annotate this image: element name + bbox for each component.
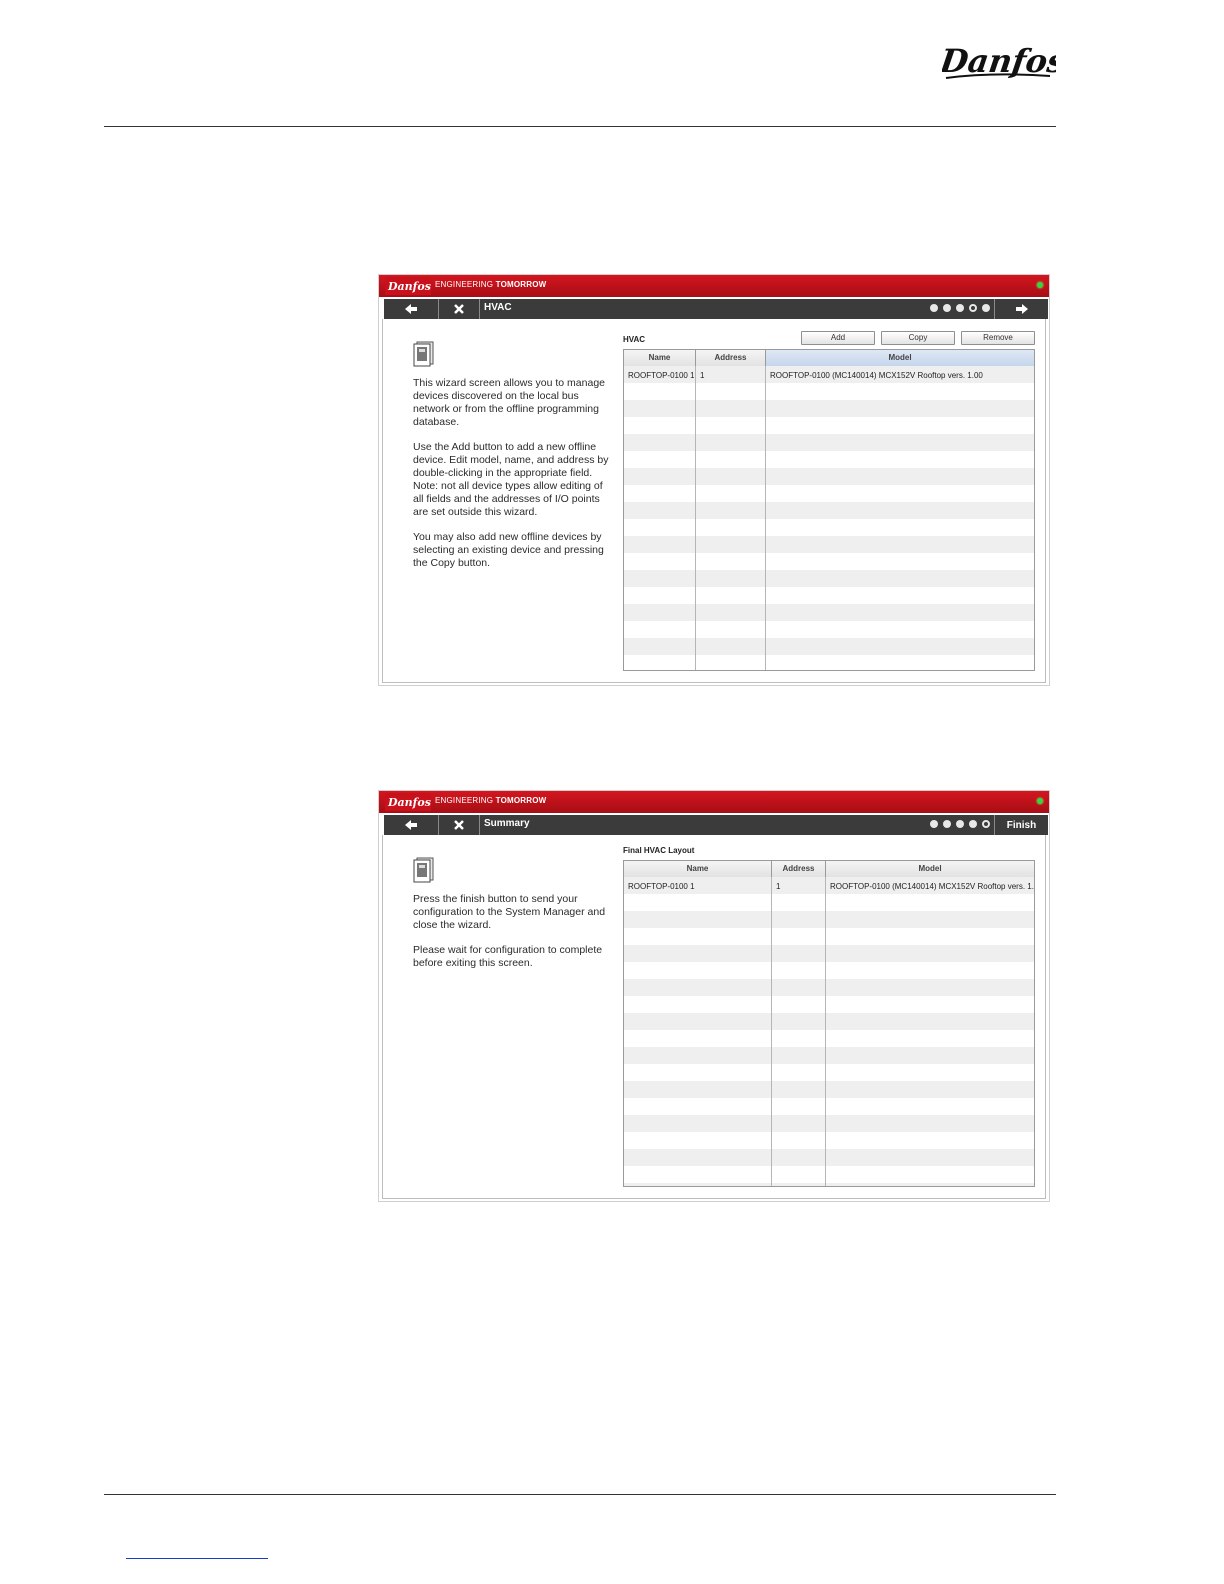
grid-stripe xyxy=(624,434,1034,451)
close-button[interactable] xyxy=(439,815,480,835)
danfoss-mini-logo: Danfoss xyxy=(385,277,431,295)
svg-text:Danfoss: Danfoss xyxy=(387,280,431,293)
grid-stripe xyxy=(624,945,1034,962)
help-text: Press the finish button to send your con… xyxy=(413,893,613,982)
step-dot xyxy=(930,304,938,312)
help-text: This wizard screen allows you to manage … xyxy=(413,377,613,582)
step-dot xyxy=(969,820,977,828)
step-dot xyxy=(982,304,990,312)
wizard-nav-bar: HVAC xyxy=(384,299,1048,319)
step-dot xyxy=(943,820,951,828)
grid-stripe xyxy=(624,536,1034,553)
close-x-icon xyxy=(454,820,464,830)
tagline: ENGINEERING TOMORROW xyxy=(435,280,547,289)
column-divider xyxy=(765,366,766,670)
footer-link-underline[interactable] xyxy=(126,1558,268,1559)
status-led-icon xyxy=(1037,282,1043,288)
arrow-right-icon xyxy=(1015,304,1028,314)
grid-stripe xyxy=(624,570,1034,587)
copy-button[interactable]: Copy xyxy=(881,331,955,345)
step-dot xyxy=(956,304,964,312)
help-paragraph: You may also add new offline devices by … xyxy=(413,531,604,569)
grid-stripe xyxy=(624,911,1034,928)
back-button[interactable] xyxy=(384,299,439,319)
grid-stripe xyxy=(624,604,1034,621)
app-header-bar: Danfoss ENGINEERING TOMORROW xyxy=(379,791,1049,813)
grid-stripe xyxy=(624,638,1034,655)
close-x-icon xyxy=(454,304,464,314)
footer-rule xyxy=(104,1494,1056,1495)
help-paragraph: Please wait for configuration to complet… xyxy=(413,944,603,969)
help-paragraph: Use the Add button to add a new offline … xyxy=(413,441,609,518)
wizard-nav-bar: Summary Finish xyxy=(384,815,1048,835)
help-paragraph: Press the finish button to send your con… xyxy=(413,893,606,931)
page-title: HVAC xyxy=(484,302,512,313)
device-manual-icon xyxy=(413,341,434,367)
grid-stripe xyxy=(624,1047,1034,1064)
grid-stripe xyxy=(624,1183,1034,1186)
wizard-content: This wizard screen allows you to manage … xyxy=(382,319,1046,683)
wizard-content: Press the finish button to send your con… xyxy=(382,835,1046,1199)
arrow-left-icon xyxy=(405,820,417,830)
column-divider xyxy=(825,877,826,1186)
step-indicator xyxy=(930,820,990,828)
cell-model[interactable]: ROOFTOP-0100 (MC140014) MCX152V Rooftop … xyxy=(830,878,1034,895)
grid-title: HVAC xyxy=(623,335,646,344)
status-led-icon xyxy=(1037,798,1043,804)
help-paragraph: This wizard screen allows you to manage … xyxy=(413,377,606,428)
next-button[interactable] xyxy=(994,299,1048,319)
wizard-window-hvac: Danfoss ENGINEERING TOMORROW HVAC xyxy=(378,274,1050,686)
grid-stripe xyxy=(624,979,1034,996)
step-dot-current xyxy=(969,304,977,312)
device-manual-icon xyxy=(413,857,434,883)
cell-address[interactable]: 1 xyxy=(776,878,824,895)
column-header-model[interactable]: Model xyxy=(766,350,1034,366)
cell-name[interactable]: ROOFTOP-0100 1 xyxy=(628,878,768,895)
grid-stripe xyxy=(624,468,1034,485)
step-dot xyxy=(930,820,938,828)
arrow-left-icon xyxy=(405,304,417,314)
grid-header: Name Address Model xyxy=(624,350,1034,367)
column-header-name[interactable]: Name xyxy=(624,861,772,877)
grid-header: Name Address Model xyxy=(624,861,1034,878)
devices-grid: Name Address Model ROOFTOP-0100 1 1 ROOF… xyxy=(623,349,1035,671)
grid-stripe xyxy=(624,1081,1034,1098)
column-header-name[interactable]: Name xyxy=(624,350,696,366)
column-header-address[interactable]: Address xyxy=(696,350,766,366)
step-dot-current xyxy=(982,820,990,828)
danfoss-mini-logo: Danfoss xyxy=(385,793,431,811)
grid-stripe xyxy=(624,400,1034,417)
svg-text:Danfoss: Danfoss xyxy=(387,796,431,809)
layout-grid: Name Address Model ROOFTOP-0100 1 1 ROOF… xyxy=(623,860,1035,1187)
danfoss-logo: Danfoss xyxy=(942,42,1056,80)
app-header-bar: Danfoss ENGINEERING TOMORROW xyxy=(379,275,1049,297)
cell-address[interactable]: 1 xyxy=(700,367,762,384)
grid-stripe xyxy=(624,1115,1034,1132)
tagline: ENGINEERING TOMORROW xyxy=(435,796,547,805)
grid-stripe xyxy=(624,1149,1034,1166)
column-divider xyxy=(771,877,772,1186)
column-header-address[interactable]: Address xyxy=(772,861,826,877)
grid-stripe xyxy=(624,502,1034,519)
finish-button[interactable]: Finish xyxy=(994,815,1048,835)
step-indicator xyxy=(930,304,990,312)
grid-title: Final HVAC Layout xyxy=(623,846,695,855)
add-button[interactable]: Add xyxy=(801,331,875,345)
grid-stripe xyxy=(624,1013,1034,1030)
wizard-window-summary: Danfoss ENGINEERING TOMORROW Summary Fin… xyxy=(378,790,1050,1202)
cell-name[interactable]: ROOFTOP-0100 1 xyxy=(628,367,694,384)
cell-model[interactable]: ROOFTOP-0100 (MC140014) MCX152V Rooftop … xyxy=(770,367,1032,384)
column-header-model[interactable]: Model xyxy=(826,861,1034,877)
page-title: Summary xyxy=(484,818,530,829)
column-divider xyxy=(695,366,696,670)
remove-button[interactable]: Remove xyxy=(961,331,1035,345)
back-button[interactable] xyxy=(384,815,439,835)
step-dot xyxy=(956,820,964,828)
header-rule xyxy=(104,126,1056,127)
close-button[interactable] xyxy=(439,299,480,319)
step-dot xyxy=(943,304,951,312)
